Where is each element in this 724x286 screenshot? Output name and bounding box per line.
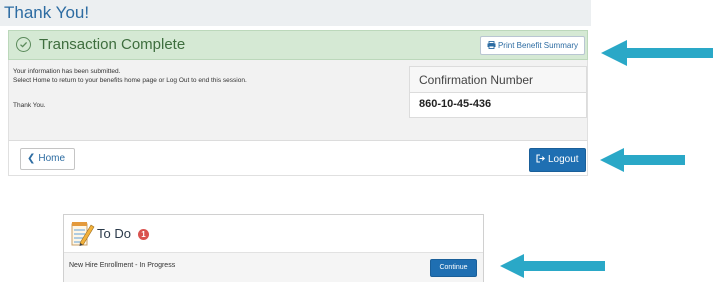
pointer-arrow-icon — [600, 148, 685, 172]
home-label: Home — [38, 153, 66, 164]
todo-item-label: New Hire Enrollment - In Progress — [69, 262, 176, 269]
transaction-title: Transaction Complete — [39, 36, 186, 53]
todo-count-badge: 1 — [138, 229, 149, 240]
transaction-body: Your information has been submitted. Sel… — [8, 60, 588, 140]
page-title: Thank You! — [0, 0, 591, 26]
thank-you-message: Thank You. — [13, 102, 46, 109]
confirmation-number: 860-10-45-436 — [419, 98, 492, 110]
main-panel: Thank You! Transaction Complete Print Be… — [0, 0, 591, 178]
printer-icon — [487, 41, 496, 49]
continue-button[interactable]: Continue — [430, 259, 477, 277]
submitted-message: Your information has been submitted. — [13, 68, 121, 75]
print-benefit-summary-button[interactable]: Print Benefit Summary — [479, 36, 585, 55]
confirmation-box: Confirmation Number 860-10-45-436 — [409, 66, 587, 118]
todo-list-item: New Hire Enrollment - In Progress Contin… — [64, 253, 483, 282]
logout-label: Logout — [548, 154, 579, 165]
chevron-left-icon: ❮ — [27, 153, 36, 164]
print-benefit-summary-label: Print Benefit Summary — [497, 41, 578, 50]
action-footer: ❮ Home Logout — [8, 140, 588, 176]
todo-panel: To Do 1 New Hire Enrollment - In Progres… — [63, 214, 484, 282]
confirmation-label: Confirmation Number — [410, 67, 586, 93]
logout-icon — [536, 154, 545, 163]
check-circle-icon — [16, 37, 31, 52]
logout-button[interactable]: Logout — [529, 148, 586, 172]
notepad-icon — [71, 222, 95, 246]
pointer-arrow-icon — [500, 254, 605, 278]
todo-header: To Do 1 — [64, 215, 483, 253]
transaction-header: Transaction Complete Print Benefit Summa… — [8, 30, 588, 60]
home-button[interactable]: ❮ Home — [20, 148, 75, 170]
instruction-message: Select Home to return to your benefits h… — [13, 77, 247, 84]
pointer-arrow-icon — [601, 40, 713, 66]
todo-title: To Do — [97, 226, 131, 241]
